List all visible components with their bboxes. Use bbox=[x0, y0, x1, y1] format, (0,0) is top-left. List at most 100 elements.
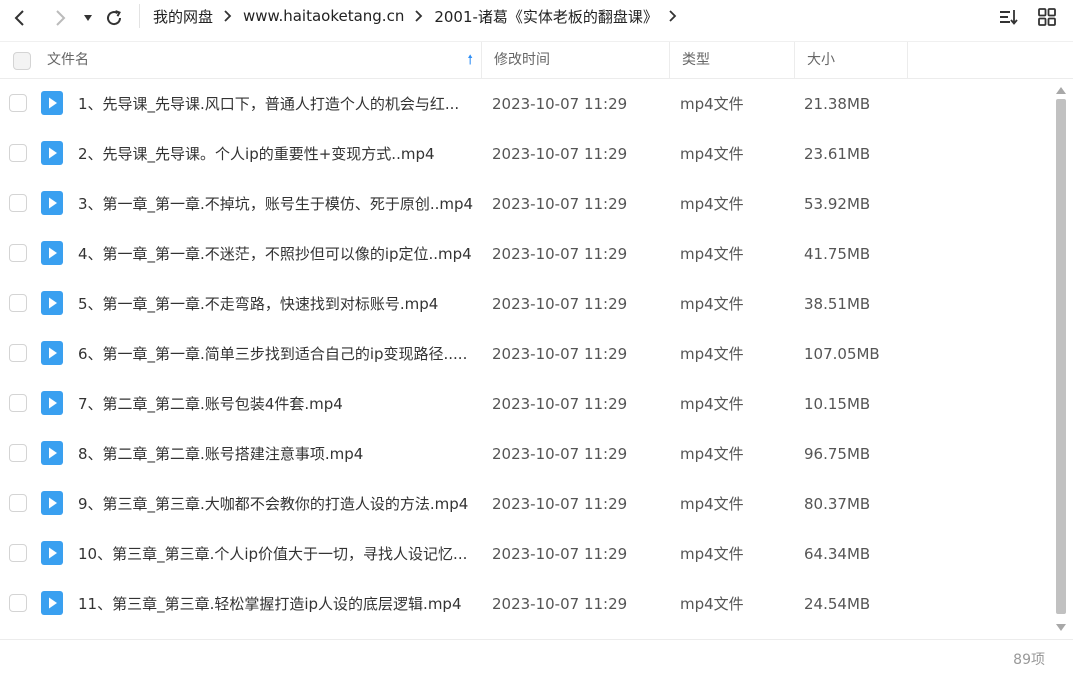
breadcrumb: 我的网盘 www.haitaoketang.cn 2001-诸葛《实体老板的翻盘… bbox=[153, 0, 688, 32]
file-type: mp4文件 bbox=[680, 495, 744, 513]
row-checkbox[interactable] bbox=[9, 94, 27, 112]
history-dropdown-button[interactable] bbox=[74, 4, 102, 32]
toolbar: 我的网盘 www.haitaoketang.cn 2001-诸葛《实体老板的翻盘… bbox=[0, 0, 1073, 36]
file-row[interactable]: 3、第一章_第一章.不掉坑，账号生于模仿、死于原创..mp4 2023-10-0… bbox=[0, 179, 1052, 229]
column-header-modified-label: 修改时间 bbox=[494, 52, 550, 68]
file-size: 24.54MB bbox=[804, 595, 871, 613]
file-size: 96.75MB bbox=[804, 445, 871, 463]
file-type: mp4文件 bbox=[680, 245, 744, 263]
file-list: 1、先导课_先导课.风口下，普通人打造个人的机会与红... 2023-10-07… bbox=[0, 79, 1052, 639]
file-name[interactable]: 11、第三章_第三章.轻松掌握打造ip人设的底层逻辑.mp4 bbox=[78, 579, 473, 629]
breadcrumb-item-current[interactable]: 2001-诸葛《实体老板的翻盘课》 bbox=[434, 6, 658, 27]
row-checkbox[interactable] bbox=[9, 344, 27, 362]
column-header-type-label: 类型 bbox=[682, 52, 710, 68]
file-name[interactable]: 8、第二章_第二章.账号搭建注意事项.mp4 bbox=[78, 429, 473, 479]
toolbar-divider bbox=[139, 4, 140, 28]
file-name[interactable]: 7、第二章_第二章.账号包装4件套.mp4 bbox=[78, 379, 473, 429]
refresh-button[interactable] bbox=[100, 4, 128, 32]
forward-button[interactable] bbox=[46, 4, 74, 32]
row-checkbox[interactable] bbox=[9, 144, 27, 162]
file-name[interactable]: 10、第三章_第三章.个人ip价值大于一切，寻找人设记忆... bbox=[78, 529, 473, 579]
file-modified: 2023-10-07 11:29 bbox=[492, 345, 628, 363]
file-type: mp4文件 bbox=[680, 95, 744, 113]
grid-icon bbox=[1038, 8, 1056, 26]
grid-view-button[interactable] bbox=[1035, 5, 1059, 29]
file-row[interactable]: 2、先导课_先导课。个人ip的重要性+变现方式..mp4 2023-10-07 … bbox=[0, 129, 1052, 179]
file-name[interactable]: 5、第一章_第一章.不走弯路，快速找到对标账号.mp4 bbox=[78, 279, 473, 329]
file-row[interactable]: 10、第三章_第三章.个人ip价值大于一切，寻找人设记忆... 2023-10-… bbox=[0, 529, 1052, 579]
column-header-size-label: 大小 bbox=[807, 52, 835, 68]
row-checkbox[interactable] bbox=[9, 194, 27, 212]
column-header-name[interactable]: 文件名 🠕 bbox=[35, 42, 482, 79]
row-checkbox[interactable] bbox=[9, 594, 27, 612]
file-row[interactable]: 5、第一章_第一章.不走弯路，快速找到对标账号.mp4 2023-10-07 1… bbox=[0, 279, 1052, 329]
breadcrumb-item-folder[interactable]: www.haitaoketang.cn bbox=[243, 7, 404, 25]
video-file-icon bbox=[41, 241, 63, 265]
scrollbar-track[interactable] bbox=[1056, 99, 1066, 619]
file-modified: 2023-10-07 11:29 bbox=[492, 295, 628, 313]
column-header-modified[interactable]: 修改时间 bbox=[482, 42, 670, 79]
file-name[interactable]: 9、第三章_第三章.大咖都不会教你的打造人设的方法.mp4 bbox=[78, 479, 473, 529]
scroll-down-arrow-icon[interactable] bbox=[1055, 623, 1067, 633]
file-modified: 2023-10-07 11:29 bbox=[492, 395, 628, 413]
row-checkbox[interactable] bbox=[9, 494, 27, 512]
video-file-icon bbox=[41, 541, 63, 565]
file-size: 80.37MB bbox=[804, 495, 871, 513]
video-file-icon bbox=[41, 441, 63, 465]
file-modified: 2023-10-07 11:29 bbox=[492, 245, 628, 263]
video-file-icon bbox=[41, 591, 63, 615]
item-count: 89项 bbox=[1013, 652, 1045, 668]
file-type: mp4文件 bbox=[680, 195, 744, 213]
scroll-up-arrow-icon[interactable] bbox=[1055, 85, 1067, 95]
file-size: 10.15MB bbox=[804, 395, 871, 413]
file-row[interactable]: 6、第一章_第一章.简单三步找到适合自己的ip变现路径..... 2023-10… bbox=[0, 329, 1052, 379]
file-type: mp4文件 bbox=[680, 445, 744, 463]
breadcrumb-separator-icon bbox=[414, 9, 424, 23]
file-name[interactable]: 3、第一章_第一章.不掉坑，账号生于模仿、死于原创..mp4 bbox=[78, 179, 473, 229]
caret-down-icon bbox=[84, 15, 92, 21]
file-name[interactable]: 6、第一章_第一章.简单三步找到适合自己的ip变现路径..... bbox=[78, 329, 473, 379]
file-type: mp4文件 bbox=[680, 295, 744, 313]
column-header-name-label: 文件名 bbox=[47, 52, 89, 68]
row-checkbox[interactable] bbox=[9, 394, 27, 412]
row-checkbox[interactable] bbox=[9, 244, 27, 262]
file-type: mp4文件 bbox=[680, 145, 744, 163]
status-bar: 89项 bbox=[0, 639, 1073, 683]
column-header-type[interactable]: 类型 bbox=[670, 42, 795, 79]
row-checkbox[interactable] bbox=[9, 544, 27, 562]
column-header-size[interactable]: 大小 bbox=[795, 42, 908, 79]
file-size: 41.75MB bbox=[804, 245, 871, 263]
file-size: 64.34MB bbox=[804, 545, 871, 563]
file-row[interactable]: 11、第三章_第三章.轻松掌握打造ip人设的底层逻辑.mp4 2023-10-0… bbox=[0, 579, 1052, 629]
breadcrumb-separator-icon[interactable] bbox=[668, 9, 678, 23]
breadcrumb-item-root[interactable]: 我的网盘 bbox=[153, 6, 213, 27]
video-file-icon bbox=[41, 491, 63, 515]
file-row[interactable]: 9、第三章_第三章.大咖都不会教你的打造人设的方法.mp4 2023-10-07… bbox=[0, 479, 1052, 529]
file-name[interactable]: 4、第一章_第一章.不迷茫，不照抄但可以像的ip定位..mp4 bbox=[78, 229, 473, 279]
file-name[interactable]: 1、先导课_先导课.风口下，普通人打造个人的机会与红... bbox=[78, 79, 473, 129]
sort-button[interactable] bbox=[997, 5, 1021, 29]
back-button[interactable] bbox=[6, 4, 34, 32]
file-size: 53.92MB bbox=[804, 195, 871, 213]
file-row[interactable]: 1、先导课_先导课.风口下，普通人打造个人的机会与红... 2023-10-07… bbox=[0, 79, 1052, 129]
file-type: mp4文件 bbox=[680, 395, 744, 413]
file-modified: 2023-10-07 11:29 bbox=[492, 195, 628, 213]
file-size: 21.38MB bbox=[804, 95, 871, 113]
file-row[interactable]: 8、第二章_第二章.账号搭建注意事项.mp4 2023-10-07 11:29 … bbox=[0, 429, 1052, 479]
file-modified: 2023-10-07 11:29 bbox=[492, 595, 628, 613]
file-row[interactable]: 4、第一章_第一章.不迷茫，不照抄但可以像的ip定位..mp4 2023-10-… bbox=[0, 229, 1052, 279]
file-type: mp4文件 bbox=[680, 595, 744, 613]
file-row[interactable]: 7、第二章_第二章.账号包装4件套.mp4 2023-10-07 11:29 m… bbox=[0, 379, 1052, 429]
file-size: 38.51MB bbox=[804, 295, 871, 313]
video-file-icon bbox=[41, 291, 63, 315]
vertical-scrollbar[interactable] bbox=[1053, 85, 1069, 633]
breadcrumb-separator-icon bbox=[223, 9, 233, 23]
row-checkbox[interactable] bbox=[9, 444, 27, 462]
chevron-left-icon bbox=[14, 10, 24, 26]
sort-ascending-icon: 🠕 bbox=[467, 53, 473, 68]
scrollbar-thumb[interactable] bbox=[1056, 99, 1066, 614]
file-name[interactable]: 2、先导课_先导课。个人ip的重要性+变现方式..mp4 bbox=[78, 129, 473, 179]
video-file-icon bbox=[41, 141, 63, 165]
row-checkbox[interactable] bbox=[9, 294, 27, 312]
select-all-checkbox[interactable] bbox=[13, 52, 31, 70]
